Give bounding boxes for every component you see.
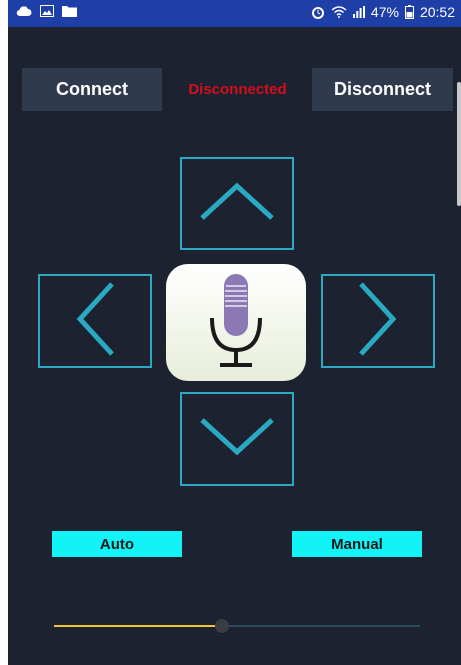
wifi-icon bbox=[331, 6, 347, 18]
up-button[interactable] bbox=[180, 157, 294, 250]
microphone-icon bbox=[196, 268, 276, 377]
microphone-button[interactable] bbox=[166, 264, 306, 381]
slider-fill bbox=[54, 625, 223, 627]
left-button[interactable] bbox=[38, 274, 152, 368]
alarm-icon bbox=[311, 5, 325, 19]
down-button[interactable] bbox=[180, 392, 294, 486]
manual-button[interactable]: Manual bbox=[292, 531, 422, 557]
battery-percent: 47% bbox=[370, 4, 399, 20]
app-screen: 47% 20:52 Connect Disconnected Disconnec… bbox=[8, 0, 461, 665]
slider-thumb[interactable] bbox=[215, 619, 230, 633]
auto-button[interactable]: Auto bbox=[52, 531, 182, 557]
speed-slider[interactable] bbox=[54, 616, 420, 636]
signal-icon bbox=[352, 6, 365, 18]
chevron-up-icon bbox=[199, 181, 275, 226]
image-icon bbox=[40, 5, 54, 17]
connect-button[interactable]: Connect bbox=[22, 68, 162, 111]
chevron-down-icon bbox=[199, 417, 275, 462]
folder-icon bbox=[62, 5, 77, 17]
clock: 20:52 bbox=[419, 4, 455, 20]
right-button[interactable] bbox=[321, 274, 435, 368]
cloud-icon bbox=[16, 5, 32, 17]
chevron-left-icon bbox=[75, 281, 115, 362]
status-bar: 47% 20:52 bbox=[8, 0, 461, 27]
chevron-right-icon bbox=[358, 281, 398, 362]
disconnect-button[interactable]: Disconnect bbox=[312, 68, 453, 111]
edge-panel-handle[interactable] bbox=[457, 82, 461, 206]
battery-icon bbox=[404, 5, 414, 19]
connection-status: Disconnected bbox=[188, 81, 287, 98]
